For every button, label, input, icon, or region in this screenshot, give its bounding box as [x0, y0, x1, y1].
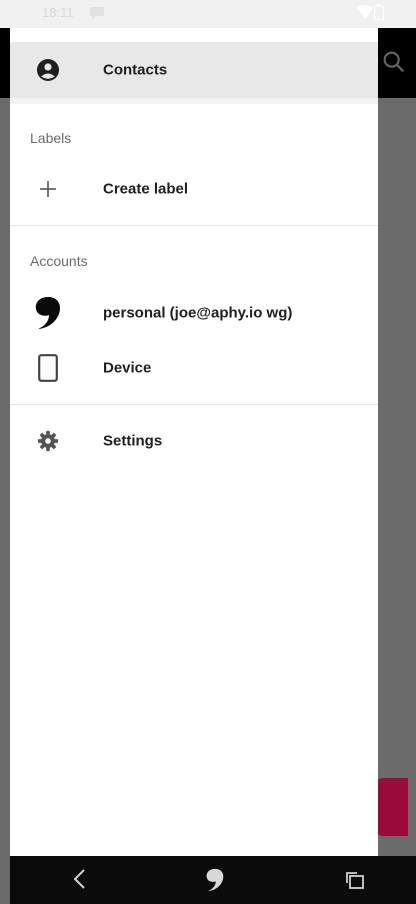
divider — [10, 98, 378, 104]
phone-device-icon — [34, 354, 62, 382]
drawer-item-create-label[interactable]: Create label — [10, 162, 378, 216]
divider — [10, 404, 378, 405]
search-icon — [380, 48, 408, 76]
plus-icon — [34, 175, 62, 203]
section-title-labels: Labels — [30, 130, 72, 146]
status-time: 18:11 — [42, 5, 74, 20]
drawer-item-account-personal[interactable]: personal (joe@aphy.io wg) — [10, 286, 378, 340]
account-icon — [34, 297, 62, 329]
drawer-item-settings[interactable]: Settings — [10, 414, 378, 468]
gear-icon — [34, 427, 62, 455]
drawer-item-label: Device — [103, 359, 152, 377]
drawer-item-label: Contacts — [103, 61, 168, 79]
recents-icon[interactable] — [344, 870, 366, 895]
drawer-item-contacts[interactable]: Contacts — [10, 42, 378, 98]
drawer-item-label: Settings — [103, 432, 163, 450]
message-icon — [90, 6, 104, 24]
divider — [10, 225, 378, 226]
section-title-accounts: Accounts — [30, 253, 88, 269]
home-icon[interactable] — [206, 868, 224, 897]
system-navigation-bar — [10, 856, 416, 904]
drawer-item-label: personal (joe@aphy.io wg) — [103, 304, 293, 322]
status-bar: 18:11 — [0, 0, 416, 28]
wifi-icon — [357, 5, 373, 24]
drawer-item-label: Create label — [103, 180, 189, 198]
account-circle-icon — [34, 56, 62, 84]
navigation-drawer: Contacts Labels Create label Accounts pe… — [10, 28, 378, 856]
battery-icon — [373, 4, 385, 25]
drawer-item-account-device[interactable]: Device — [10, 341, 378, 395]
back-icon[interactable] — [70, 868, 90, 895]
